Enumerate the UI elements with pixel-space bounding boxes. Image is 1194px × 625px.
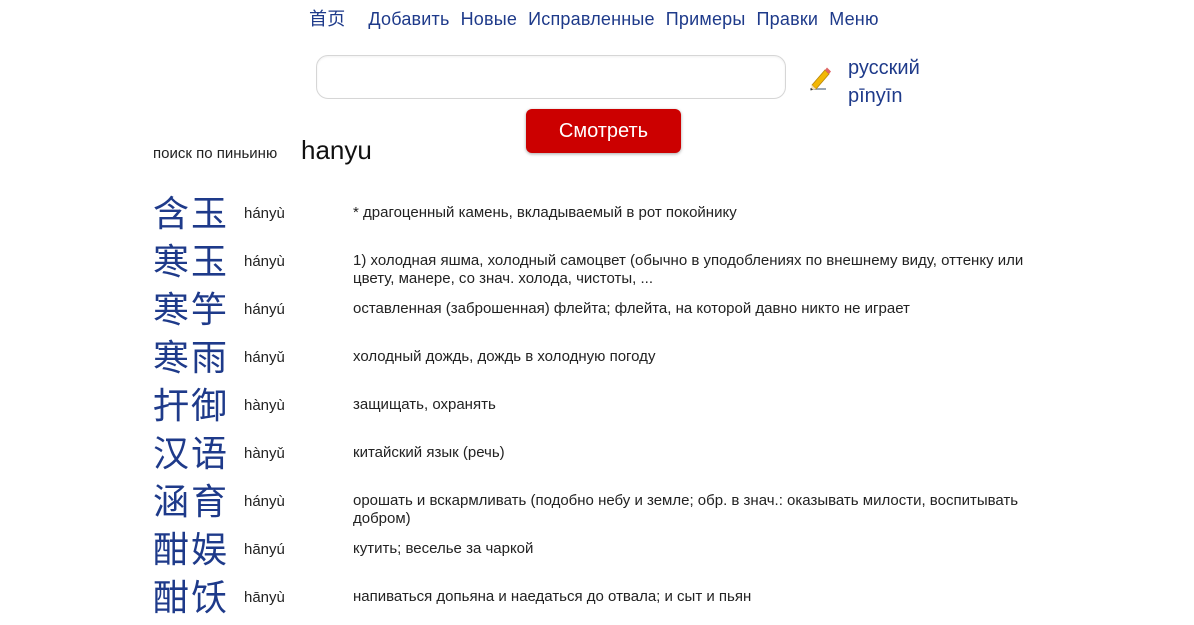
- result-pinyin: hányǔ: [244, 349, 285, 366]
- nav-menu-link[interactable]: Меню: [829, 9, 878, 29]
- result-row: 酣娱 hānyú кутить; веселье за чаркой: [153, 529, 1053, 577]
- nav-home-link[interactable]: 首页: [309, 9, 345, 30]
- query-value: hanyu: [301, 135, 372, 165]
- result-pinyin: hányú: [244, 301, 285, 318]
- result-pinyin: hānyú: [244, 541, 285, 558]
- result-row: 涵育 hányù орошать и вскармливать (подобно…: [153, 481, 1053, 529]
- result-hanzi-link[interactable]: 扞御: [153, 385, 229, 429]
- result-pinyin: hányù: [244, 253, 285, 270]
- result-row: 酣饫 hānyù напиваться допьяна и наедаться …: [153, 577, 1053, 625]
- result-meaning: 1) холодная яшма, холодный самоцвет (обы…: [353, 252, 1024, 287]
- pencil-icon[interactable]: [806, 64, 832, 92]
- result-hanzi-link[interactable]: 酣娱: [153, 529, 229, 573]
- result-meaning: кутить; веселье за чаркой: [353, 540, 534, 557]
- results-list: 含玉 hányù * драгоценный камень, вкладывае…: [153, 193, 1053, 625]
- result-hanzi-link[interactable]: 酣饫: [153, 577, 229, 621]
- result-meaning: орошать и вскармливать (подобно небу и з…: [353, 492, 1019, 527]
- result-meaning: холодный дождь, дождь в холодную погоду: [353, 348, 656, 365]
- nav-corrected-link[interactable]: Исправленные: [528, 9, 655, 29]
- result-hanzi-link[interactable]: 寒玉: [153, 241, 229, 285]
- search-button[interactable]: Смотреть: [526, 109, 681, 153]
- result-pinyin: hànyǔ: [244, 445, 285, 462]
- result-row: 汉语 hànyǔ китайский язык (речь): [153, 433, 1053, 481]
- result-row: 寒雨 hányǔ холодный дождь, дождь в холодну…: [153, 337, 1053, 385]
- search-input[interactable]: [316, 55, 786, 99]
- result-row: 寒竽 hányú оставленная (заброшенная) флейт…: [153, 289, 1053, 337]
- result-meaning: напиваться допьяна и наедаться до отвала…: [353, 588, 752, 605]
- result-pinyin: hányù: [244, 493, 285, 510]
- result-hanzi-link[interactable]: 汉语: [153, 433, 229, 477]
- result-row: 含玉 hányù * драгоценный камень, вкладывае…: [153, 193, 1053, 241]
- result-pinyin: hányù: [244, 205, 285, 222]
- result-meaning: защищать, охранять: [353, 396, 496, 413]
- result-hanzi-link[interactable]: 涵育: [153, 481, 229, 525]
- nav-examples-link[interactable]: Примеры: [666, 9, 746, 29]
- result-meaning: оставленная (заброшенная) флейта; флейта…: [353, 300, 910, 317]
- result-row: 寒玉 hányù 1) холодная яшма, холодный само…: [153, 241, 1053, 289]
- result-pinyin: hànyù: [244, 397, 285, 414]
- result-hanzi-link[interactable]: 寒竽: [153, 289, 229, 333]
- lang-russian-link[interactable]: русский: [848, 54, 920, 82]
- top-navigation: 首页 Добавить Новые Исправленные Примеры П…: [309, 5, 885, 31]
- nav-new-link[interactable]: Новые: [461, 9, 518, 29]
- nav-edits-link[interactable]: Правки: [757, 9, 819, 29]
- result-meaning: китайский язык (речь): [353, 444, 505, 461]
- language-switcher: русский pīnyīn: [848, 54, 920, 110]
- result-hanzi-link[interactable]: 含玉: [153, 193, 229, 237]
- result-pinyin: hānyù: [244, 589, 285, 606]
- nav-add-link[interactable]: Добавить: [368, 9, 449, 29]
- result-meaning: * драгоценный камень, вкладываемый в рот…: [353, 204, 737, 221]
- result-row: 扞御 hànyù защищать, охранять: [153, 385, 1053, 433]
- lang-pinyin-link[interactable]: pīnyīn: [848, 82, 920, 110]
- result-hanzi-link[interactable]: 寒雨: [153, 337, 229, 381]
- query-label: поиск по пиньиню: [153, 145, 278, 162]
